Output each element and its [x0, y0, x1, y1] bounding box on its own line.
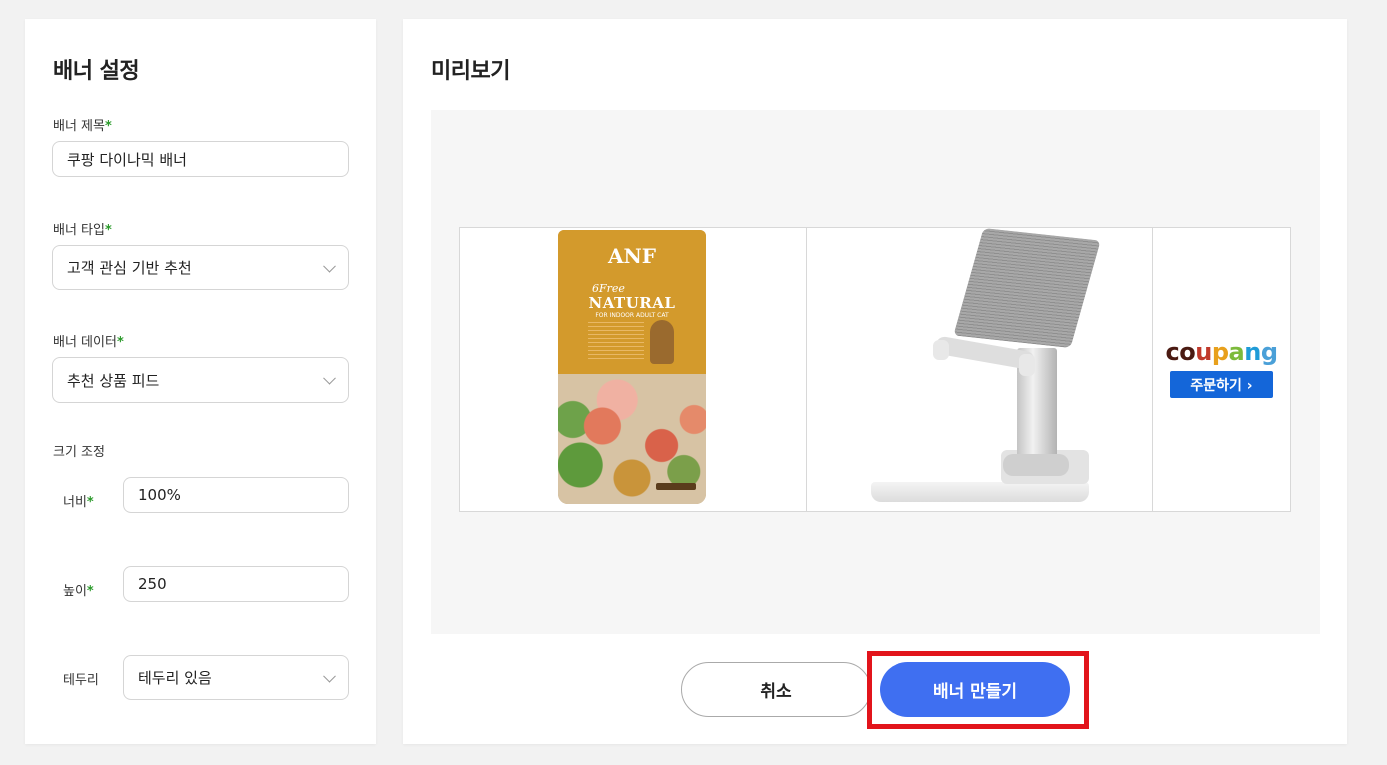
logo-letter: o	[1179, 338, 1196, 366]
height-label: 높이*	[63, 584, 94, 599]
banner-data-value: 추천 상품 피드	[67, 371, 160, 390]
logo-letter: p	[1211, 338, 1229, 366]
bag-brand: ANF	[608, 244, 656, 268]
cancel-button[interactable]: 취소	[681, 662, 871, 717]
banner-title-field[interactable]	[67, 150, 334, 168]
banner-type-label: 배너 타입*	[53, 223, 112, 238]
chevron-down-icon	[323, 259, 336, 273]
border-label: 테두리	[63, 673, 99, 688]
chevron-down-icon	[323, 371, 336, 385]
logo-letter: c	[1165, 338, 1180, 366]
order-button[interactable]: 주문하기 ›	[1170, 371, 1273, 398]
settings-title: 배너 설정	[53, 59, 140, 84]
banner-preview: ANF 6Free NATURAL FOR INDOOR ADULT CAT c…	[459, 227, 1291, 512]
width-label: 너비*	[63, 495, 94, 510]
preview-panel: 미리보기 ANF 6Free NATURAL FOR INDOOR ADULT …	[403, 19, 1347, 744]
logo-letter: n	[1244, 338, 1261, 366]
preview-canvas: ANF 6Free NATURAL FOR INDOOR ADULT CAT c…	[431, 110, 1320, 634]
height-field[interactable]	[138, 575, 334, 593]
product-card-cat-food[interactable]: ANF 6Free NATURAL FOR INDOOR ADULT CAT	[460, 228, 807, 511]
banner-title-input[interactable]	[52, 141, 349, 177]
coupang-cta-cell: coupang 주문하기 ›	[1153, 228, 1290, 511]
banner-data-select[interactable]: 추천 상품 피드	[52, 357, 349, 403]
size-label: 크기 조정	[53, 445, 105, 460]
height-input[interactable]	[123, 566, 349, 602]
border-value: 테두리 있음	[138, 669, 212, 687]
chevron-down-icon	[323, 669, 336, 683]
product-card-phone-stand[interactable]	[807, 228, 1153, 511]
width-field[interactable]	[138, 486, 334, 504]
logo-letter: a	[1228, 338, 1245, 366]
cat-illustration	[650, 320, 674, 364]
banner-title-label: 배너 제목*	[53, 119, 112, 134]
logo-letter: g	[1260, 338, 1278, 366]
border-select[interactable]: 테두리 있음	[123, 655, 349, 700]
preview-title: 미리보기	[431, 59, 510, 84]
banner-type-select[interactable]: 고객 관심 기반 추천	[52, 245, 349, 290]
width-input[interactable]	[123, 477, 349, 513]
banner-type-value: 고객 관심 기반 추천	[67, 259, 192, 277]
logo-letter: u	[1195, 338, 1212, 366]
product-image-cat-food: ANF 6Free NATURAL FOR INDOOR ADULT CAT	[558, 230, 706, 504]
banner-settings-panel: 배너 설정 배너 제목* 배너 타입* 고객 관심 기반 추천 배너 데이터* …	[25, 19, 376, 744]
banner-data-label: 배너 데이터*	[53, 335, 124, 350]
coupang-logo: coupang	[1153, 338, 1290, 366]
highlight-box	[867, 651, 1089, 729]
